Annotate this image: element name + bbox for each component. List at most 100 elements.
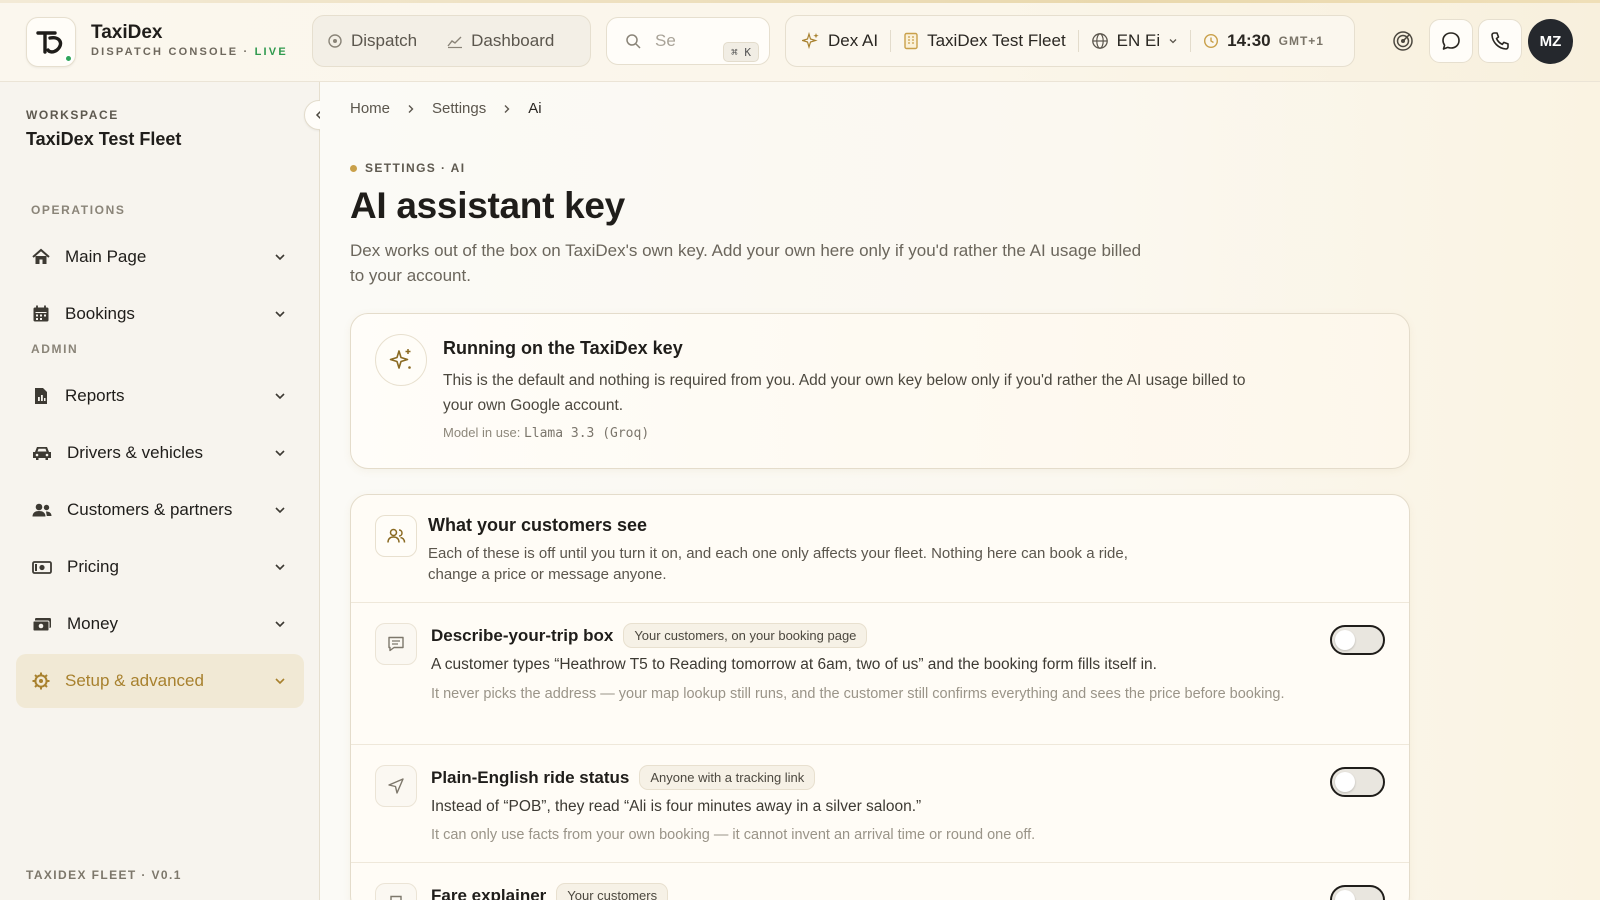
feature-note: It never picks the address — your map lo… bbox=[431, 686, 1285, 702]
feature-heading: Fare explainer Your customers bbox=[431, 883, 669, 900]
toggle-knob bbox=[1335, 890, 1355, 900]
live-dot bbox=[64, 54, 73, 63]
radar-icon bbox=[1393, 31, 1413, 51]
feature-row-fare-explainer: Fare explainer Your customers bbox=[351, 862, 1409, 900]
feature-note: It can only use facts from your own book… bbox=[431, 827, 1036, 843]
clock-icon bbox=[1204, 33, 1219, 49]
sidebar-item-setup-advanced[interactable]: Setup & advanced bbox=[16, 654, 304, 708]
eyebrow-text: SETTINGS · AI bbox=[365, 161, 466, 175]
messages-button[interactable] bbox=[1429, 19, 1473, 63]
sidebar-item-drivers-vehicles[interactable]: Drivers & vehicles bbox=[16, 426, 304, 480]
customer-features-card: What your customers see Each of these is… bbox=[350, 494, 1410, 900]
dispatch-icon bbox=[328, 34, 342, 48]
search-shortcut: ⌘ K bbox=[723, 42, 759, 62]
divider bbox=[890, 30, 892, 52]
sidebar-item-bookings[interactable]: Bookings bbox=[16, 287, 304, 341]
toggle-knob bbox=[1335, 772, 1355, 792]
sidebar: WORKSPACE TaxiDex Test Fleet OPERATIONS … bbox=[0, 82, 334, 900]
clock-timezone: GMT+1 bbox=[1278, 34, 1324, 48]
main-content: Home Settings Ai SETTINGS · AI AI assist… bbox=[320, 82, 1600, 900]
toggle-knob bbox=[1335, 630, 1355, 650]
divider bbox=[1190, 30, 1192, 52]
chevron-down-icon bbox=[275, 311, 285, 318]
users-icon bbox=[375, 515, 417, 557]
language-label: EN Ei bbox=[1116, 31, 1161, 50]
sidebar-item-pricing[interactable]: Pricing bbox=[16, 540, 304, 594]
home-icon bbox=[32, 248, 50, 264]
feature-heading: Plain-English ride status Anyone with a … bbox=[431, 765, 816, 790]
ride-status-toggle[interactable] bbox=[1330, 767, 1385, 797]
search-input[interactable]: Se ⌘ K bbox=[606, 17, 770, 65]
building-icon bbox=[904, 32, 918, 50]
page-eyebrow: SETTINGS · AI bbox=[350, 161, 465, 175]
sidebar-item-label: Reports bbox=[65, 386, 125, 405]
gear-icon bbox=[32, 672, 50, 690]
sparkle-icon bbox=[802, 32, 819, 50]
chart-line-icon bbox=[447, 36, 463, 49]
language-selector[interactable]: EN Ei bbox=[1091, 31, 1178, 51]
model-value: Llama 3.3 (Groq) bbox=[523, 426, 650, 441]
sidebar-item-label: Customers & partners bbox=[67, 500, 233, 519]
fleet-name: TaxiDex Test Fleet bbox=[927, 31, 1066, 50]
car-icon bbox=[33, 447, 51, 460]
sparkle-icon bbox=[375, 334, 427, 386]
fare-explainer-toggle[interactable] bbox=[1330, 885, 1385, 900]
breadcrumb-current: Ai bbox=[528, 100, 542, 117]
calendar-icon bbox=[33, 305, 49, 322]
phone-button[interactable] bbox=[1478, 19, 1522, 63]
clock: 14:30 GMT+1 bbox=[1203, 31, 1324, 51]
eyebrow-dot bbox=[350, 164, 357, 172]
globe-icon bbox=[1091, 33, 1108, 49]
user-avatar[interactable]: MZ bbox=[1528, 19, 1573, 64]
cash-icon bbox=[32, 618, 51, 632]
app-subtitle-text: DISPATCH CONSOLE · bbox=[91, 46, 255, 58]
app-name: TaxiDex bbox=[91, 22, 163, 43]
chevron-down-icon bbox=[275, 393, 285, 400]
taxidex-logo[interactable] bbox=[26, 17, 76, 67]
fleet-selector[interactable]: TaxiDex Test Fleet bbox=[903, 31, 1066, 51]
sidebar-item-main-page[interactable]: Main Page bbox=[16, 230, 304, 284]
chevron-down-icon bbox=[275, 450, 285, 457]
app-subtitle: DISPATCH CONSOLE · LIVE bbox=[91, 46, 288, 58]
sidebar-item-customers-partners[interactable]: Customers & partners bbox=[16, 483, 304, 537]
workspace-name: TaxiDex Test Fleet bbox=[26, 129, 182, 149]
dispatch-button[interactable]: Dispatch bbox=[327, 31, 417, 51]
sidebar-item-label: Drivers & vehicles bbox=[67, 443, 204, 462]
navigation-arrow-icon bbox=[375, 765, 417, 807]
feature-title: Describe-your-trip box bbox=[431, 625, 614, 645]
dispatch-label: Dispatch bbox=[351, 31, 418, 50]
customers-card-description: Each of these is off until you turn it o… bbox=[428, 545, 1128, 583]
sidebar-item-label: Bookings bbox=[65, 304, 135, 323]
dex-ai-button[interactable]: Dex AI bbox=[802, 31, 878, 51]
page-title: AI assistant key bbox=[350, 185, 625, 226]
app-version: TAXIDEX FLEET · V0.1 bbox=[26, 868, 182, 882]
top-bar: TaxiDex DISPATCH CONSOLE · LIVE Dispatch… bbox=[0, 0, 1600, 82]
trip-box-toggle[interactable] bbox=[1330, 625, 1385, 655]
audience-badge: Your customers bbox=[556, 883, 669, 900]
sidebar-item-label: Setup & advanced bbox=[65, 671, 204, 690]
primary-nav: Dispatch Dashboard bbox=[312, 15, 591, 67]
feature-description: Instead of “POB”, they read “Ali is four… bbox=[431, 798, 922, 815]
dashboard-label: Dashboard bbox=[471, 31, 555, 50]
radar-button[interactable] bbox=[1381, 19, 1425, 63]
breadcrumb-settings[interactable]: Settings bbox=[432, 100, 486, 117]
sidebar-item-label: Pricing bbox=[67, 557, 119, 576]
sidebar-item-reports[interactable]: Reports bbox=[16, 369, 304, 423]
dex-ai-label: Dex AI bbox=[828, 31, 879, 50]
chevron-down-icon bbox=[275, 678, 285, 685]
chat-bubble-icon bbox=[1442, 32, 1460, 50]
sidebar-item-money[interactable]: Money bbox=[16, 597, 304, 651]
section-operations: OPERATIONS bbox=[31, 203, 126, 217]
breadcrumb: Home Settings Ai bbox=[350, 100, 542, 117]
chevron-right-icon bbox=[408, 104, 414, 113]
divider bbox=[1077, 30, 1079, 52]
dashboard-button[interactable]: Dashboard bbox=[447, 31, 554, 51]
model-label: Model in use: bbox=[443, 425, 524, 440]
chevron-down-icon bbox=[275, 564, 285, 571]
chevron-down-icon bbox=[1169, 39, 1177, 44]
breadcrumb-home[interactable]: Home bbox=[350, 100, 390, 117]
feature-title: Plain-English ride status bbox=[431, 767, 630, 787]
default-key-card: Running on the TaxiDex key This is the d… bbox=[350, 313, 1410, 469]
feature-row-ride-status: Plain-English ride status Anyone with a … bbox=[351, 744, 1409, 862]
audience-badge: Anyone with a tracking link bbox=[639, 765, 816, 790]
